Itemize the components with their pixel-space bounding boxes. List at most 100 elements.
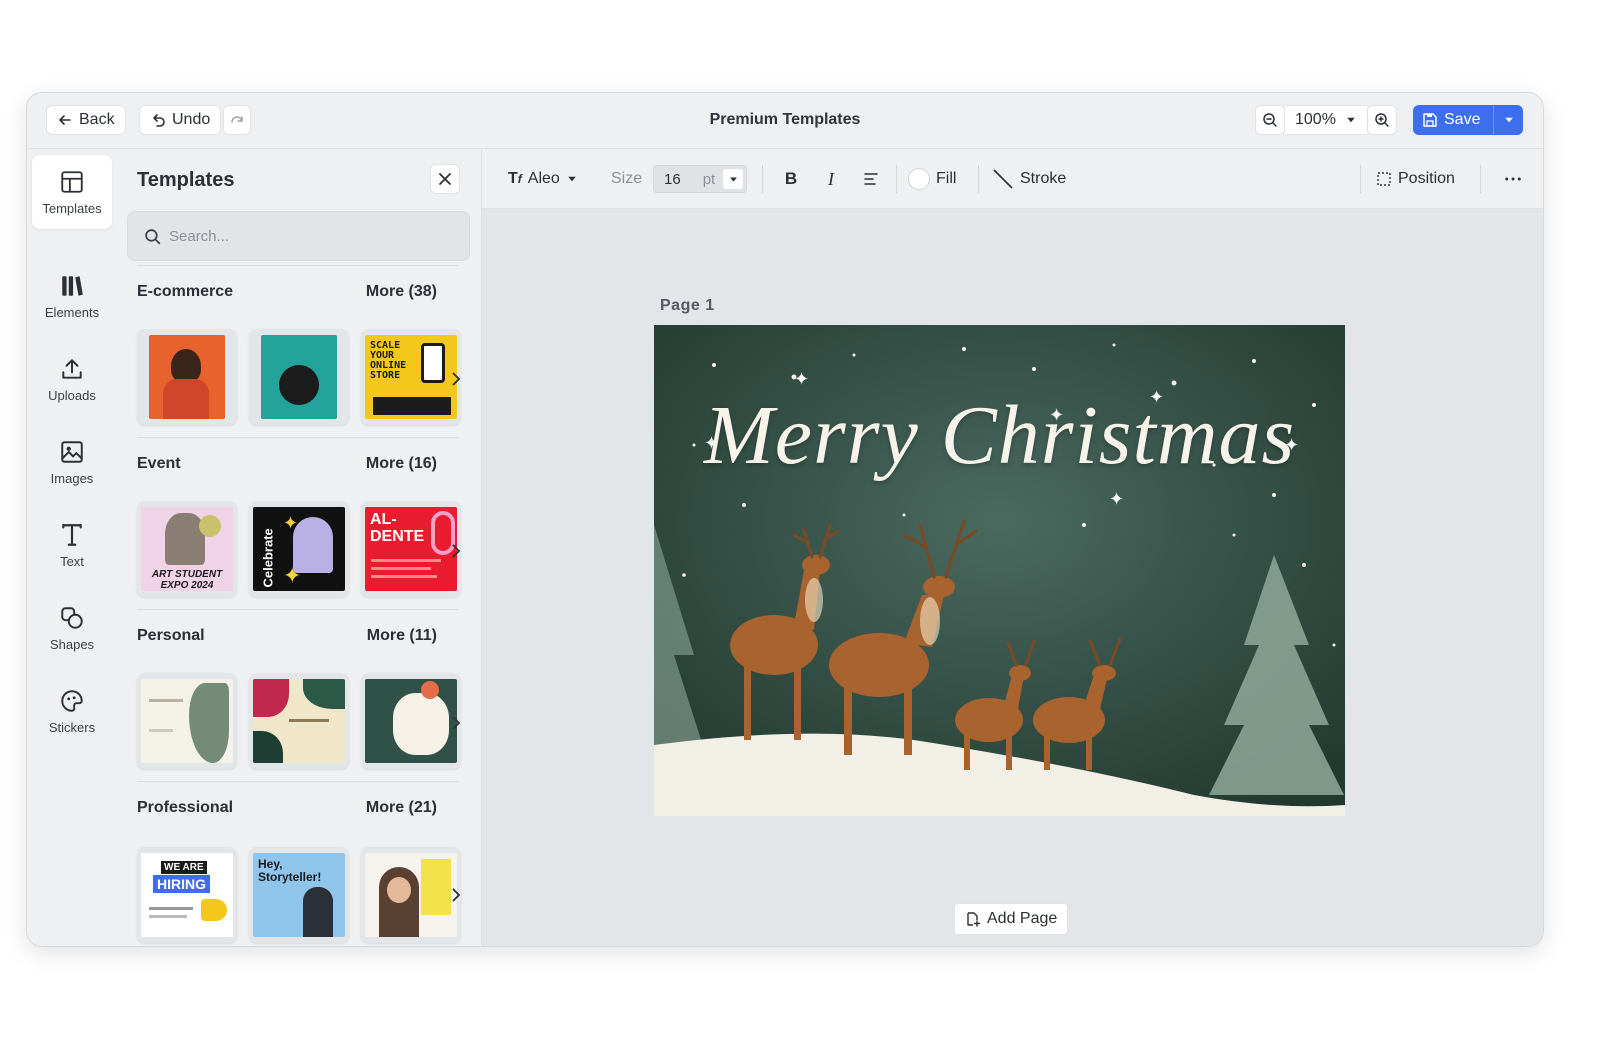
rail-label-shapes: Shapes [49, 636, 95, 652]
fill-label: Fill [936, 170, 957, 187]
template-row: SCALE YOUR ONLINE STORE [137, 329, 467, 425]
size-label: Size [611, 170, 643, 187]
template-thumbnail[interactable]: SCALE YOUR ONLINE STORE [361, 329, 461, 425]
category-name: Professional [137, 799, 234, 816]
rail-item-uploads[interactable]: Uploads [32, 342, 112, 416]
rail-label-stickers: Stickers [48, 719, 96, 735]
next-arrow-personal[interactable] [448, 713, 464, 733]
divider [137, 781, 459, 782]
rail-label-elements: Elements [44, 304, 100, 320]
design-page[interactable]: ✦ ✦ ✦ ✦ ✦ ✦ Merry Christmas [654, 325, 1345, 816]
caret-down-icon [1504, 117, 1513, 123]
thumb-text: HIRING [153, 875, 210, 893]
stroke-button[interactable]: Stroke [992, 149, 1066, 209]
thumb-text: WE ARE [161, 861, 207, 874]
separator [1480, 165, 1481, 193]
stroke-icon [993, 169, 1013, 189]
separator [896, 165, 897, 193]
category-header: Event More (16) [137, 455, 437, 473]
template-thumbnail[interactable] [249, 329, 349, 425]
more-link[interactable]: More (21) [366, 799, 437, 817]
search-icon [145, 228, 161, 244]
rail-item-shapes[interactable]: Shapes [32, 591, 112, 665]
fill-button[interactable]: Fill [908, 149, 956, 209]
upload-icon [62, 358, 82, 379]
save-label: Save [1444, 111, 1481, 128]
template-thumbnail[interactable] [249, 673, 349, 769]
more-link[interactable]: More (38) [366, 283, 437, 301]
page-label: Page 1 [660, 297, 715, 314]
shapes-icon [61, 606, 83, 629]
template-thumbnail[interactable]: Hey, Storyteller! [249, 847, 349, 943]
fill-swatch [908, 168, 930, 190]
font-name: Aleo [527, 170, 560, 187]
caret-down-icon [1347, 117, 1355, 123]
caret-down-icon [729, 176, 737, 182]
properties-toolbar: Tf Aleo Size 16 pt B I Fill Stroke Posit… [482, 149, 1543, 209]
templates-panel: Templates E-commerce More (38) [117, 149, 482, 946]
next-arrow-ecommerce[interactable] [448, 369, 464, 389]
nav-rail: Templates Elements Uploads Images Text S… [27, 149, 117, 946]
chevron-right-icon [452, 888, 461, 902]
thumb-text: Celebrate [260, 528, 276, 588]
canvas-area: Page 1 ✦ ✦ ✦ ✦ ✦ ✦ Merry Christmas Add P… [482, 209, 1543, 946]
template-thumbnail[interactable] [137, 673, 237, 769]
rail-label-images: Images [50, 470, 94, 486]
template-thumbnail[interactable] [137, 329, 237, 425]
rail-item-stickers[interactable]: Stickers [32, 674, 112, 748]
rail-label-uploads: Uploads [48, 387, 96, 403]
next-arrow-professional[interactable] [448, 885, 464, 905]
thumb-text: ART STUDENT EXPO 2024 [151, 569, 223, 591]
template-thumbnail[interactable]: AL-DENTE [361, 501, 461, 597]
italic-icon: I [828, 168, 834, 189]
add-page-button[interactable]: Add Page [954, 903, 1069, 935]
size-input[interactable]: 16 pt [653, 165, 747, 193]
template-thumbnail[interactable]: Celebrate ✦ ✦ [249, 501, 349, 597]
thumb-text: AL-DENTE [370, 511, 425, 545]
size-dropdown-button[interactable] [723, 169, 743, 189]
category-name: E-commerce [137, 283, 234, 300]
thumb-text: Hey, Storyteller! [258, 857, 322, 884]
template-thumbnail[interactable]: WE ARE HIRING [137, 847, 237, 943]
zoom-in-button[interactable] [1367, 105, 1397, 135]
add-page-icon [967, 912, 981, 927]
card-greeting-text[interactable]: Merry Christmas [654, 387, 1345, 484]
image-icon [61, 440, 83, 463]
font-icon: Tf [508, 170, 522, 187]
bold-button[interactable]: B [778, 149, 804, 209]
rail-item-elements[interactable]: Elements [32, 259, 112, 333]
rail-item-images[interactable]: Images [32, 425, 112, 499]
template-thumbnail[interactable]: ART STUDENT EXPO 2024 [137, 501, 237, 597]
position-button[interactable]: Position [1376, 149, 1455, 209]
more-link[interactable]: More (16) [366, 455, 437, 473]
font-select[interactable]: Tf Aleo [508, 149, 578, 209]
search-input[interactable] [169, 227, 449, 245]
divider [137, 265, 459, 266]
save-options-button[interactable] [1493, 105, 1523, 135]
align-left-icon [864, 173, 878, 185]
size-unit: pt [702, 170, 716, 188]
floppy-disk-icon [1423, 113, 1437, 127]
template-thumbnail[interactable] [361, 673, 461, 769]
close-icon [439, 173, 451, 185]
chevron-right-icon [452, 372, 461, 386]
italic-button[interactable]: I [818, 149, 844, 209]
rail-item-templates[interactable]: Templates [32, 155, 112, 229]
more-options-button[interactable] [1498, 149, 1528, 209]
zoom-out-icon [1263, 113, 1277, 127]
category-name: Personal [137, 627, 205, 644]
template-thumbnail[interactable] [361, 847, 461, 943]
rail-item-text[interactable]: Text [32, 508, 112, 582]
close-panel-button[interactable] [430, 164, 460, 194]
save-button[interactable]: Save [1413, 105, 1493, 135]
category-header: Professional More (21) [137, 799, 437, 817]
align-button[interactable] [858, 149, 884, 209]
more-link[interactable]: More (11) [367, 627, 437, 645]
next-arrow-event[interactable] [448, 541, 464, 561]
text-icon [62, 523, 82, 546]
app-window: Back Undo Premium Templates 100% Save Te… [26, 92, 1544, 947]
zoom-out-button[interactable] [1255, 105, 1285, 135]
separator [762, 165, 763, 193]
divider [137, 437, 459, 438]
zoom-select[interactable]: 100% [1285, 105, 1367, 135]
